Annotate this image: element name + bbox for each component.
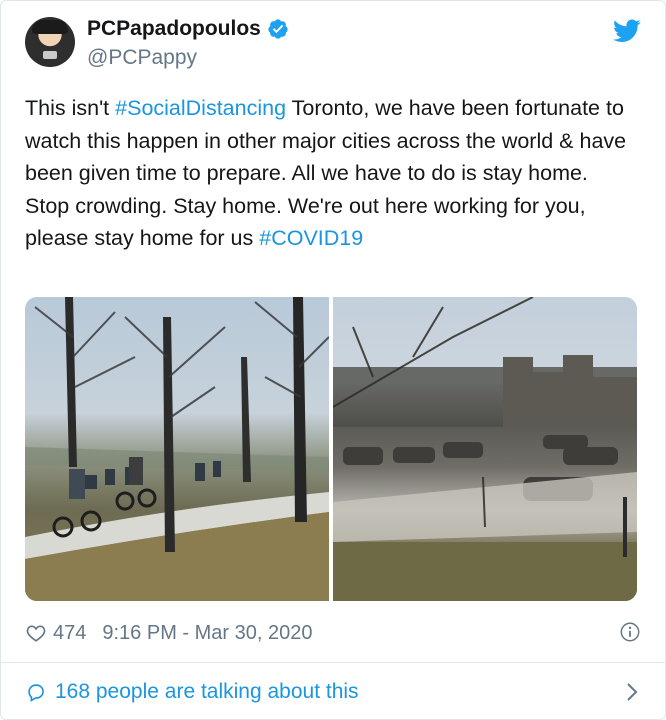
name-row: PCPapadopoulos xyxy=(87,17,289,41)
avatar-cap-shape xyxy=(32,20,68,34)
park-scene-illustration xyxy=(25,297,329,601)
tweet-meta: 474 9:16 PM - Mar 30, 2020 xyxy=(25,618,641,648)
talking-label: 168 people are talking about this xyxy=(55,680,359,703)
like-count[interactable]: 474 xyxy=(53,622,86,645)
avatar[interactable] xyxy=(25,17,75,67)
speech-bubble-icon xyxy=(28,684,44,702)
tweet-text: This isn't #SocialDistancing Toronto, we… xyxy=(25,92,645,255)
info-icon[interactable] xyxy=(619,621,641,643)
hashtag-link[interactable]: #SocialDistancing xyxy=(115,96,286,120)
avatar-badge-shape xyxy=(43,51,57,59)
divider xyxy=(1,662,665,663)
twitter-bird-icon[interactable] xyxy=(613,19,641,43)
tweet-card: PCPapadopoulos @PCPappy This isn't #Soci… xyxy=(0,0,666,720)
photo-park-path[interactable] xyxy=(25,297,329,601)
chevron-right-icon[interactable] xyxy=(625,682,639,702)
hashtag-link[interactable]: #COVID19 xyxy=(259,226,363,250)
heart-icon[interactable] xyxy=(25,622,47,644)
photo-parking-lot[interactable] xyxy=(333,297,637,601)
parking-scene-illustration xyxy=(333,297,637,601)
tweet-text-segment: This isn't xyxy=(25,96,116,120)
tweet-header: PCPapadopoulos @PCPappy xyxy=(25,15,641,73)
conversation-link[interactable]: 168 people are talking about this xyxy=(25,677,641,707)
verified-badge-icon xyxy=(268,19,288,39)
handle[interactable]: @PCPappy xyxy=(87,46,197,70)
media-grid xyxy=(25,297,637,601)
display-name[interactable]: PCPapadopoulos xyxy=(87,17,261,41)
timestamp[interactable]: 9:16 PM - Mar 30, 2020 xyxy=(102,622,312,645)
